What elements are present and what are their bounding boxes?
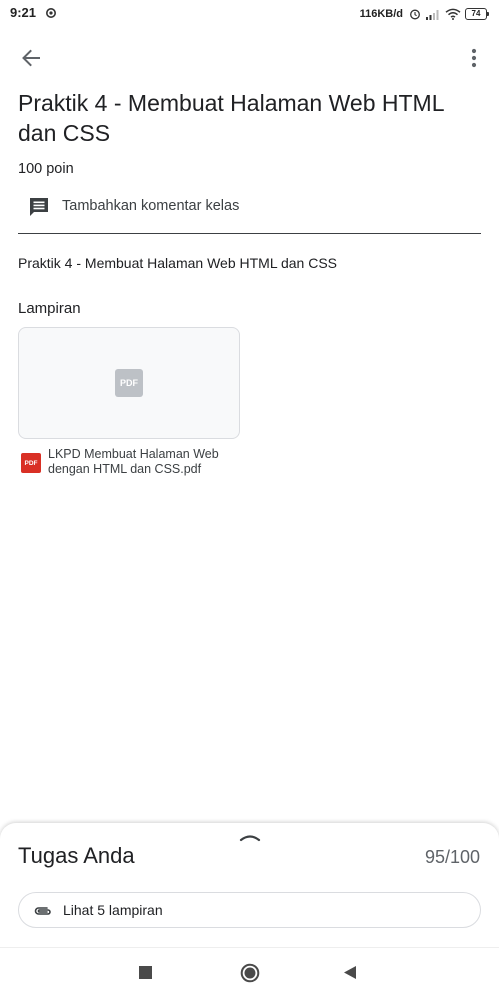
attachment-thumbnail[interactable]: PDF <box>18 327 240 439</box>
assignment-description: Praktik 4 - Membuat Halaman Web HTML dan… <box>18 255 338 271</box>
status-indicators: 116KB/d 74 <box>359 5 489 23</box>
more-options-button[interactable] <box>462 44 486 72</box>
your-work-sheet: Tugas Anda 95/100 Lihat 5 lampiran <box>0 823 499 947</box>
home-button[interactable] <box>240 963 260 983</box>
view-attachments-label: Lihat 5 lampiran <box>63 902 163 918</box>
system-navigation-bar <box>0 947 499 999</box>
network-speed: 116KB/d <box>359 8 403 20</box>
attachments-heading: Lampiran <box>18 300 81 317</box>
wifi-icon <box>445 8 461 20</box>
recent-apps-button[interactable] <box>139 966 152 979</box>
comment-icon <box>30 198 48 216</box>
grade-score: 95/100 <box>424 847 480 867</box>
notification-icon <box>46 8 56 18</box>
arrow-left-icon <box>22 49 40 67</box>
system-back-button[interactable] <box>343 965 357 980</box>
your-work-title: Tugas Anda <box>18 843 135 868</box>
add-class-comment-button[interactable]: Tambahkan komentar kelas <box>18 188 481 234</box>
paperclip-icon <box>34 907 51 915</box>
assignment-points: 100 poin <box>18 161 74 177</box>
signal-icon <box>426 10 439 20</box>
chevron-up-icon[interactable] <box>238 831 262 843</box>
assignment-title: Praktik 4 - Membuat Halaman Web HTML dan… <box>18 90 444 146</box>
status-time: 9:21 <box>10 5 37 20</box>
status-bar: 9:21 116KB/d 74 <box>0 0 499 28</box>
battery-level: 74 <box>471 9 481 18</box>
pdf-placeholder-icon: PDF <box>115 369 143 397</box>
alarm-icon <box>410 9 420 20</box>
back-button[interactable] <box>14 44 48 72</box>
add-class-comment-label: Tambahkan komentar kelas <box>62 198 240 214</box>
more-vert-icon <box>471 48 477 68</box>
pdf-file-icon: PDF <box>21 453 41 473</box>
attachment-file-name: LKPD Membuat Halaman Web dengan HTML dan… <box>48 447 219 476</box>
battery-icon: 74 <box>465 8 489 20</box>
view-attachments-button[interactable]: Lihat 5 lampiran <box>18 892 481 928</box>
